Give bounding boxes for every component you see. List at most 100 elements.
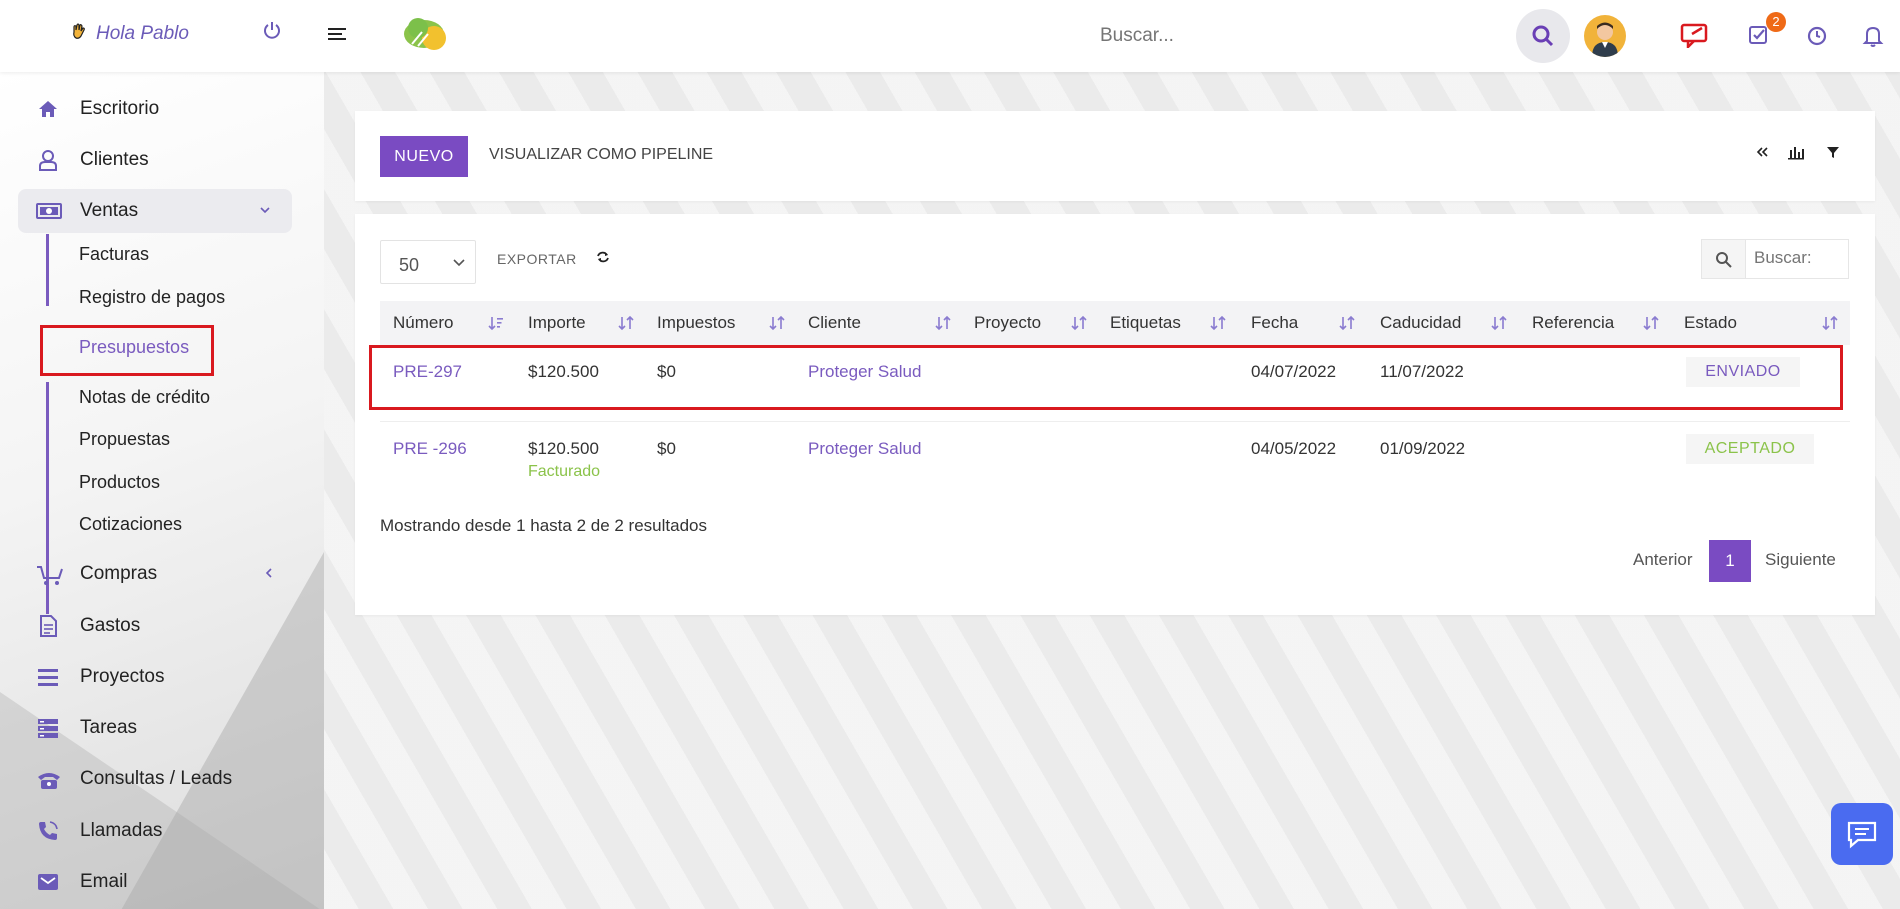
top-bar: Hola Pablo 2 bbox=[0, 0, 1900, 72]
logo[interactable] bbox=[400, 12, 454, 52]
pager-page-1[interactable]: 1 bbox=[1709, 540, 1751, 582]
sidebar-item-label: Ventas bbox=[80, 200, 139, 221]
sort-icon[interactable] bbox=[1643, 315, 1659, 336]
sidebar-item-label: Compras bbox=[80, 563, 158, 584]
export-button[interactable]: EXPORTAR bbox=[497, 251, 577, 267]
sort-icon[interactable] bbox=[935, 315, 951, 336]
sort-desc-icon[interactable] bbox=[488, 315, 504, 336]
home-icon bbox=[36, 97, 60, 121]
col-fecha[interactable]: Fecha bbox=[1251, 313, 1298, 333]
page-size-select[interactable]: 50 bbox=[380, 240, 476, 284]
phone-icon bbox=[36, 767, 60, 791]
bell-icon[interactable] bbox=[1862, 24, 1884, 53]
highlight-box-presupuestos bbox=[40, 325, 214, 376]
sidebar-item-gastos[interactable]: Gastos bbox=[18, 604, 292, 648]
row-cliente[interactable]: Proteger Salud bbox=[808, 439, 921, 459]
row-importe: $120.500 bbox=[528, 439, 599, 458]
sidebar-item-consultas[interactable]: Consultas / Leads bbox=[18, 757, 292, 801]
search-icon bbox=[1532, 25, 1554, 47]
new-button[interactable]: NUEVO bbox=[380, 136, 468, 177]
email-icon bbox=[36, 870, 60, 894]
pager-prev-button[interactable]: Anterior bbox=[1633, 550, 1693, 570]
chevron-down-icon bbox=[453, 259, 465, 267]
phone-call-icon bbox=[36, 819, 60, 843]
chevron-left-icon bbox=[262, 566, 276, 585]
sort-icon[interactable] bbox=[1071, 315, 1087, 336]
sidebar-item-label: Consultas / Leads bbox=[80, 768, 233, 789]
col-referencia[interactable]: Referencia bbox=[1532, 313, 1614, 333]
sort-icon[interactable] bbox=[1210, 315, 1226, 336]
col-importe[interactable]: Importe bbox=[528, 313, 586, 333]
sidebar-item-compras[interactable]: Compras bbox=[18, 552, 292, 596]
sort-icon[interactable] bbox=[1339, 315, 1355, 336]
col-numero[interactable]: Número bbox=[393, 313, 453, 333]
sidebar-item-tareas[interactable]: Tareas bbox=[18, 706, 292, 750]
sort-icon[interactable] bbox=[769, 315, 785, 336]
sidebar-item-llamadas[interactable]: Llamadas bbox=[18, 809, 292, 853]
table-search[interactable] bbox=[1701, 239, 1849, 279]
row-numero[interactable]: PRE -296 bbox=[393, 439, 467, 459]
highlight-box-row bbox=[369, 345, 1843, 410]
sidebar-item-label: Escritorio bbox=[80, 98, 160, 119]
col-estado[interactable]: Estado bbox=[1684, 313, 1737, 333]
sidebar-subitem-facturas[interactable]: Facturas bbox=[79, 244, 149, 265]
sort-icon[interactable] bbox=[1822, 315, 1838, 336]
results-summary: Mostrando desde 1 hasta 2 de 2 resultado… bbox=[380, 516, 707, 535]
sidebar-item-clientes[interactable]: Clientes bbox=[18, 138, 292, 182]
collapse-icon[interactable] bbox=[1755, 145, 1769, 164]
avatar[interactable] bbox=[1584, 15, 1626, 57]
pipeline-link[interactable]: VISUALIZAR COMO PIPELINE bbox=[489, 146, 713, 164]
greeting-text: Hola Pablo bbox=[96, 22, 189, 44]
sort-icon[interactable] bbox=[618, 315, 634, 336]
sidebar-subitem-productos[interactable]: Productos bbox=[79, 472, 160, 493]
status-badge: ACEPTADO bbox=[1686, 434, 1814, 464]
money-icon bbox=[36, 199, 62, 223]
sidebar-item-label: Clientes bbox=[80, 149, 149, 170]
sidebar-item-label: Tareas bbox=[80, 717, 138, 738]
sidebar-item-label: Gastos bbox=[80, 615, 141, 636]
list-icon bbox=[36, 665, 60, 689]
table-row[interactable]: PRE -296 $120.500 Facturado $0 Proteger … bbox=[380, 422, 1850, 502]
sidebar-subitem-cotizaciones[interactable]: Cotizaciones bbox=[79, 514, 182, 535]
col-etiquetas[interactable]: Etiquetas bbox=[1110, 313, 1181, 333]
sidebar-item-label: Llamadas bbox=[80, 820, 163, 841]
row-caducidad: 01/09/2022 bbox=[1380, 439, 1466, 458]
row-impuestos: $0 bbox=[657, 439, 676, 458]
sidebar-subitem-propuestas[interactable]: Propuestas bbox=[79, 429, 170, 450]
sidebar-subitem-registro-pagos[interactable]: Registro de pagos bbox=[79, 287, 225, 308]
table-search-input[interactable] bbox=[1754, 248, 1844, 268]
col-proyecto[interactable]: Proyecto bbox=[974, 313, 1041, 333]
search-button[interactable] bbox=[1516, 9, 1570, 63]
chat-button[interactable] bbox=[1831, 803, 1893, 865]
clock-icon[interactable] bbox=[1806, 25, 1828, 52]
messages-icon[interactable] bbox=[1680, 22, 1710, 53]
col-impuestos[interactable]: Impuestos bbox=[657, 313, 735, 333]
row-importe-status: Facturado bbox=[528, 463, 601, 480]
sort-icon[interactable] bbox=[1491, 315, 1507, 336]
tasks-badge: 2 bbox=[1766, 12, 1786, 32]
greeting: Hola Pablo bbox=[70, 22, 189, 45]
refresh-icon[interactable] bbox=[596, 250, 610, 269]
sidebar-subitem-notas-credito[interactable]: Notas de crédito bbox=[79, 387, 210, 408]
col-cliente[interactable]: Cliente bbox=[808, 313, 861, 333]
col-caducidad[interactable]: Caducidad bbox=[1380, 313, 1461, 333]
filter-icon[interactable] bbox=[1826, 145, 1840, 164]
top-search-input[interactable] bbox=[1100, 20, 1480, 52]
page-size-value: 50 bbox=[399, 255, 420, 275]
hand-icon bbox=[70, 22, 88, 45]
user-icon bbox=[36, 148, 60, 172]
pager-next-button[interactable]: Siguiente bbox=[1765, 550, 1836, 570]
tasks-icon[interactable] bbox=[1748, 24, 1770, 51]
sidebar-item-ventas[interactable]: Ventas bbox=[18, 189, 292, 233]
sidebar-item-proyectos[interactable]: Proyectos bbox=[18, 655, 292, 699]
sidebar-item-email[interactable]: Email bbox=[18, 860, 292, 904]
chevron-down-icon bbox=[258, 203, 272, 222]
table-header: Número Importe Impuestos Cliente Proyect… bbox=[380, 301, 1850, 345]
chart-icon[interactable] bbox=[1787, 144, 1805, 165]
power-icon[interactable] bbox=[262, 20, 282, 40]
search-icon bbox=[1702, 240, 1746, 278]
sidebar-item-escritorio[interactable]: Escritorio bbox=[18, 87, 292, 131]
menu-icon[interactable] bbox=[328, 27, 348, 43]
sidebar-item-label: Email bbox=[80, 871, 128, 892]
sidebar-item-label: Proyectos bbox=[80, 666, 165, 687]
